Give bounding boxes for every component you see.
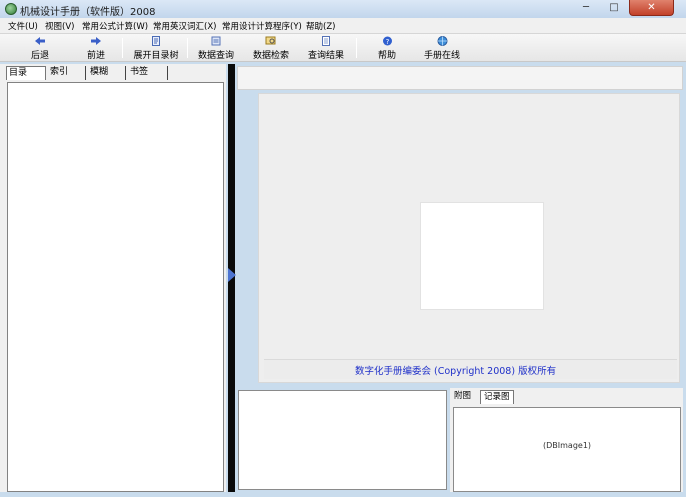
toolbar-separator	[122, 38, 123, 58]
menu-bar: 文件(U) 视图(V) 常用公式计算(W) 常用英汉词汇(X) 常用设计计算程序…	[0, 18, 686, 34]
copyright-text: 数字化手册编委会 (Copyright 2008) 版权所有	[355, 366, 557, 377]
tab-contents[interactable]: 目录	[6, 66, 46, 80]
window-title: 机械设计手册（软件版）2008	[20, 7, 156, 18]
close-button[interactable]: ✕	[629, 0, 674, 16]
search-icon	[265, 36, 277, 46]
toolbar-separator	[187, 38, 188, 58]
navigation-tabs: 目录 索引 模糊 书签	[4, 66, 224, 81]
expand-tree-label: 展开目录树	[133, 51, 179, 61]
database-icon	[210, 36, 222, 46]
menu-glossary[interactable]: 常用英汉词汇(X)	[153, 20, 216, 32]
back-button[interactable]: 后退	[26, 36, 54, 61]
results-icon	[320, 36, 332, 46]
back-arrow-icon	[34, 36, 46, 46]
tab-record-figure[interactable]: 记录图	[480, 390, 514, 404]
record-list-box[interactable]	[238, 390, 447, 490]
menu-file[interactable]: 文件(U)	[8, 20, 38, 32]
forward-arrow-icon	[90, 36, 102, 46]
manual-online-button[interactable]: 手册在线	[420, 36, 464, 61]
data-query-button[interactable]: 数据查询	[194, 36, 238, 61]
app-logo-icon	[5, 3, 17, 15]
svg-text:?: ?	[385, 38, 389, 46]
query-results-label: 查询结果	[307, 51, 344, 61]
tab-fuzzy[interactable]: 模糊	[88, 66, 126, 80]
document-icon	[150, 36, 162, 46]
expand-tree-button[interactable]: 展开目录树	[128, 36, 184, 61]
tab-index[interactable]: 索引	[48, 66, 86, 80]
manual-online-label: 手册在线	[423, 51, 460, 61]
app-window: 机械设计手册（软件版）2008 ─ □ ✕ 文件(U) 视图(V) 常用公式计算…	[0, 0, 686, 497]
content-image-placeholder	[420, 202, 544, 310]
query-results-button[interactable]: 查询结果	[304, 36, 348, 61]
window-frame-bottom	[0, 492, 686, 497]
data-search-button[interactable]: 数据检索	[249, 36, 293, 61]
tab-bookmarks[interactable]: 书签	[128, 66, 168, 80]
maximize-button[interactable]: □	[600, 0, 628, 16]
menu-help[interactable]: 帮助(Z)	[306, 20, 335, 32]
content-header	[237, 66, 683, 90]
toolbar: 后退 前进 展开目录树 数据查询 数据检索 查询结果 ? 帮助 手册在线	[0, 34, 686, 62]
tab-attached-figure[interactable]: 附图	[451, 390, 474, 404]
globe-icon	[436, 36, 448, 46]
minimize-button[interactable]: ─	[572, 0, 600, 16]
menu-formula-calc[interactable]: 常用公式计算(W)	[82, 20, 148, 32]
data-search-label: 数据检索	[252, 51, 289, 61]
contents-tree[interactable]	[7, 82, 224, 492]
image-placeholder-label: (DBImage1)	[543, 441, 592, 450]
help-label: 帮助	[377, 51, 396, 61]
menu-view[interactable]: 视图(V)	[45, 20, 74, 32]
back-label: 后退	[30, 51, 49, 61]
forward-button[interactable]: 前进	[82, 36, 110, 61]
toolbar-separator	[356, 38, 357, 58]
title-bar: 机械设计手册（软件版）2008 ─ □ ✕	[0, 0, 686, 18]
menu-design-programs[interactable]: 常用设计计算程序(Y)	[222, 20, 302, 32]
data-query-label: 数据查询	[197, 51, 234, 61]
forward-label: 前进	[86, 51, 105, 61]
navigation-pane: 目录 索引 模糊 书签	[0, 64, 226, 494]
help-button[interactable]: ? 帮助	[373, 36, 401, 61]
help-icon: ?	[381, 36, 393, 46]
